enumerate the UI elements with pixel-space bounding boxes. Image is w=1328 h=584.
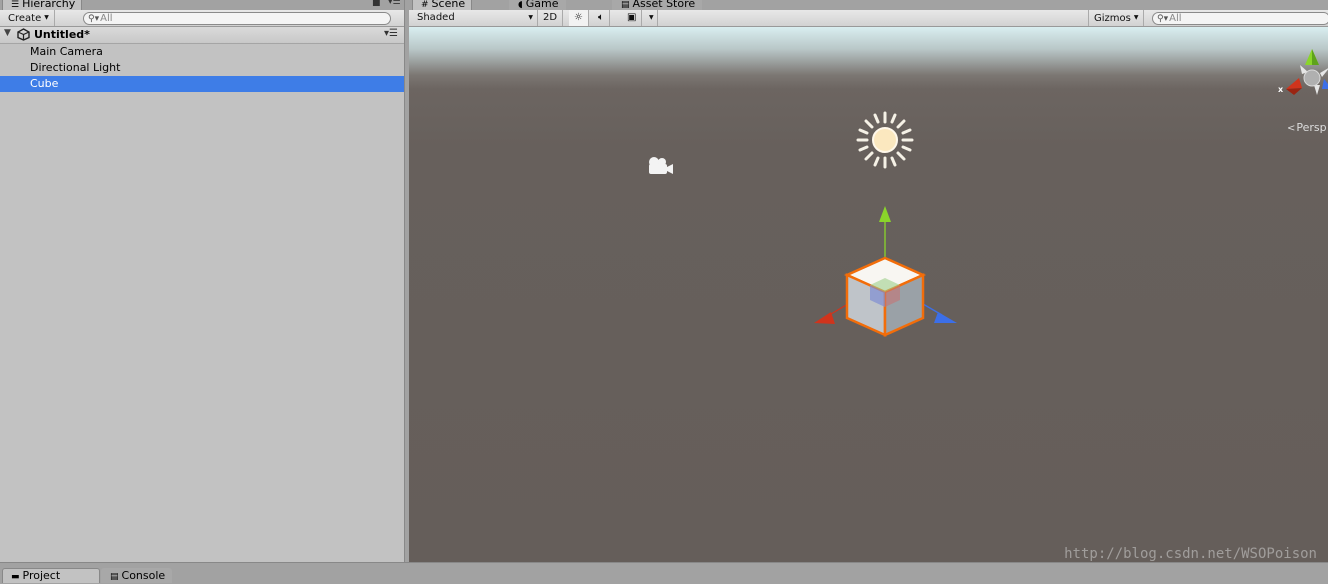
hierarchy-search-input[interactable]: ⚲▾All: [83, 12, 391, 25]
scene-search-input[interactable]: ⚲▾All: [1152, 12, 1328, 25]
directional-light-icon[interactable]: [855, 110, 915, 170]
shading-mode-dropdown[interactable]: Shaded ▼: [412, 10, 538, 26]
perspective-icon: <: [1287, 123, 1296, 134]
pacman-icon: ◖: [518, 0, 523, 10]
y-axis-handle[interactable]: [879, 206, 891, 222]
scene-lighting-toggle[interactable]: ☼: [569, 10, 589, 26]
search-icon: ⚲▾: [88, 14, 100, 24]
store-icon: ▤: [621, 0, 630, 10]
gizmo-z-icon[interactable]: [1322, 79, 1328, 89]
panel-menu-icon[interactable]: ▾☰: [388, 0, 401, 7]
cube-object[interactable]: [843, 256, 927, 337]
dropdown-arrow-icon: ▼: [649, 14, 654, 21]
hierarchy-item-main-camera[interactable]: Main Camera: [0, 44, 404, 60]
bottom-tabbar: ▬ Project ▤ Console: [0, 562, 1328, 583]
hierarchy-item-directional-light[interactable]: Directional Light: [0, 60, 404, 76]
scene-name: Untitled*: [34, 28, 90, 41]
scene-toolbar: Shaded ▼ 2D ☼ 🔈︎ ▣ ▼ Gizmos ▼ ⚲▾All: [409, 10, 1328, 27]
tab-hierarchy[interactable]: ☰ Hierarchy: [2, 0, 83, 10]
watermark: http://blog.csdn.net/WSOPoison: [1064, 546, 1317, 562]
hierarchy-tabbar: ☰ Hierarchy ■ ▾☰: [0, 0, 404, 10]
cube-move-gizmo[interactable]: [804, 202, 969, 352]
dropdown-arrow-icon: ▼: [528, 14, 533, 21]
tab-game[interactable]: ◖ Game: [509, 0, 566, 10]
dropdown-arrow-icon: ▼: [44, 14, 49, 21]
unity-logo-icon: [17, 28, 30, 41]
tab-asset-store[interactable]: ▤ Asset Store: [612, 0, 703, 10]
gizmos-dropdown[interactable]: Gizmos ▼: [1088, 10, 1145, 26]
scene-menu-icon[interactable]: ▾☰: [384, 28, 398, 39]
grid-icon: #: [421, 0, 429, 10]
search-icon: ⚲▾: [1157, 14, 1169, 24]
list-icon: ☰: [11, 0, 20, 10]
lock-icon[interactable]: ■: [372, 0, 381, 8]
scene-tabbar: # Scene ◖ Game ▤ Asset Store: [409, 0, 1328, 10]
scene-panel: # Scene ◖ Game ▤ Asset Store Shaded ▼ 2D ☼ 🔈…: [409, 0, 1328, 562]
effects-dropdown[interactable]: ▼: [646, 10, 658, 26]
image-icon: ▣: [627, 12, 637, 23]
scene-root-row[interactable]: ▼ Untitled* ▾☰: [0, 27, 404, 44]
gizmo-x-icon[interactable]: [1286, 78, 1302, 89]
speaker-icon: 🔈︎: [598, 12, 604, 23]
sun-icon: ☼: [574, 12, 583, 23]
z-axis-handle[interactable]: [934, 312, 957, 323]
projection-label[interactable]: <Persp: [1287, 121, 1327, 134]
dropdown-arrow-icon: ▼: [1133, 14, 1139, 21]
svg-text:x: x: [1278, 85, 1284, 94]
tab-scene[interactable]: # Scene: [412, 0, 473, 10]
hierarchy-panel: ☰ Hierarchy ■ ▾☰ Create ▼ ⚲▾All ▼ Untitled…: [0, 0, 405, 562]
scene-viewport[interactable]: x <Persp http://blog.csdn.net/WSOPoison: [409, 27, 1328, 562]
orientation-gizmo[interactable]: x: [1272, 45, 1328, 100]
hierarchy-item-cube[interactable]: Cube: [0, 76, 404, 92]
scene-effects-toggle[interactable]: ▣: [622, 10, 643, 26]
create-dropdown[interactable]: Create ▼: [3, 10, 55, 26]
camera-icon[interactable]: [645, 155, 675, 177]
2d-toggle-button[interactable]: 2D: [538, 10, 564, 26]
expand-arrow-icon[interactable]: ▼: [4, 28, 11, 38]
hierarchy-toolbar: Create ▼ ⚲▾All: [0, 10, 404, 27]
scene-audio-toggle[interactable]: 🔈︎: [593, 10, 610, 26]
